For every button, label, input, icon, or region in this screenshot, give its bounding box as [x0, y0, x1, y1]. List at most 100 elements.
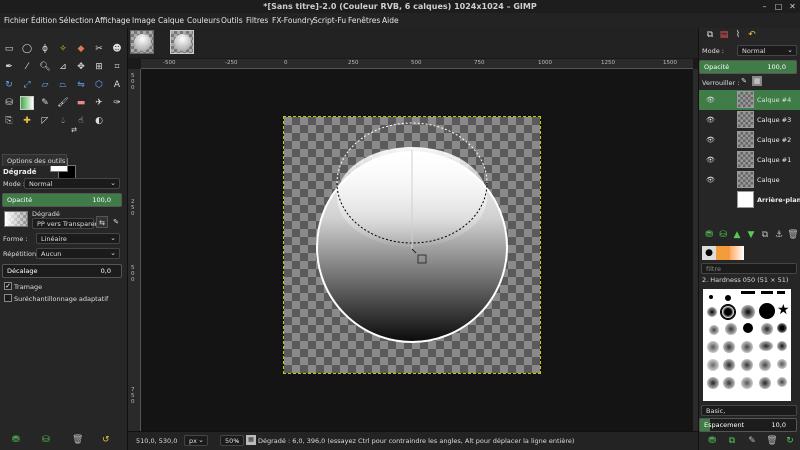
- paintbrush-icon[interactable]: 🖌︎: [56, 96, 70, 110]
- brush-swatch[interactable]: [777, 323, 787, 333]
- shear-icon[interactable]: ▱: [38, 78, 52, 92]
- brush-swatch[interactable]: [709, 325, 719, 335]
- measure-icon[interactable]: ⊿: [56, 60, 70, 74]
- layer-mode-select[interactable]: Normal ⌄: [737, 45, 797, 56]
- brush-swatch[interactable]: [723, 359, 735, 371]
- zoom-select[interactable]: 50% ⌄: [220, 435, 244, 446]
- lower-layer-icon[interactable]: ▼: [744, 228, 758, 242]
- brush-tag-select[interactable]: Basic,: [701, 405, 797, 416]
- color-picker-icon[interactable]: ⁄: [20, 60, 34, 74]
- delete-layer-icon[interactable]: 🗑︎: [786, 228, 800, 242]
- duplicate-layer-icon[interactable]: ⧉: [758, 228, 772, 242]
- dodge-burn-icon[interactable]: ◐: [92, 114, 106, 128]
- tab-tool-options[interactable]: Options des outils: [2, 154, 67, 166]
- edit-brush-icon[interactable]: ✎: [745, 434, 759, 448]
- scissors-icon[interactable]: ✂: [92, 42, 106, 56]
- swap-colors-icon[interactable]: ⇄: [70, 126, 78, 134]
- brush-swatch[interactable]: [707, 341, 719, 353]
- bucket-fill-icon[interactable]: ⛁: [2, 96, 16, 110]
- close-button[interactable]: ✕: [788, 2, 797, 11]
- brush-swatch[interactable]: [777, 377, 787, 387]
- eraser-icon[interactable]: ▬: [74, 96, 88, 110]
- patterns-tab-icon[interactable]: [716, 246, 730, 260]
- menu-edit[interactable]: Édition: [31, 16, 57, 25]
- canvas-viewport[interactable]: [141, 69, 693, 445]
- lock-pixels-icon[interactable]: ✎: [739, 76, 749, 86]
- edit-gradient-icon[interactable]: ✎: [110, 216, 122, 228]
- crop-icon[interactable]: ⌗: [110, 60, 124, 74]
- free-select-icon[interactable]: ϕ: [38, 42, 52, 56]
- visibility-eye-icon[interactable]: 👁︎: [706, 96, 715, 104]
- menu-colors[interactable]: Couleurs: [187, 16, 220, 25]
- visibility-eye-icon[interactable]: 👁︎: [706, 156, 715, 164]
- brush-swatch[interactable]: [777, 341, 787, 351]
- brush-swatch[interactable]: [759, 303, 775, 319]
- brush-swatch[interactable]: [777, 359, 787, 369]
- visibility-eye-icon[interactable]: 👁︎: [706, 136, 715, 144]
- menu-filters[interactable]: Filtres: [246, 16, 268, 25]
- reverse-gradient-icon[interactable]: ⇆: [96, 216, 108, 228]
- menu-windows[interactable]: Fenêtres: [348, 16, 380, 25]
- rect-select-icon[interactable]: ▭: [2, 42, 16, 56]
- gradient-preview[interactable]: [4, 211, 28, 227]
- new-layer-icon[interactable]: ⛃: [702, 228, 716, 242]
- zoom-icon[interactable]: 🔍︎: [38, 60, 52, 74]
- paths-tab-icon[interactable]: ⌇: [731, 28, 745, 42]
- menu-file[interactable]: Fichier: [4, 16, 29, 25]
- star-brush-icon[interactable]: ★: [777, 303, 790, 317]
- save-preset-icon[interactable]: ⛃: [12, 435, 20, 447]
- restore-preset-icon[interactable]: ⛁: [42, 435, 50, 447]
- undo-history-tab-icon[interactable]: ↶: [745, 28, 759, 42]
- new-brush-icon[interactable]: ⛃: [705, 434, 719, 448]
- visibility-eye-icon[interactable]: 👁︎: [706, 116, 715, 124]
- scale-icon[interactable]: ⤢: [20, 78, 34, 92]
- fuzzy-select-icon[interactable]: ✧: [56, 42, 70, 56]
- brush-swatch[interactable]: [759, 341, 773, 351]
- mode-select[interactable]: Normal ⌄: [24, 178, 120, 189]
- layer-row[interactable]: 👁︎ Calque #4: [699, 90, 800, 110]
- brush-spacing-slider[interactable]: Espacement 10,0: [699, 418, 797, 432]
- layer-row[interactable]: 👁︎ Calque #3: [699, 110, 800, 130]
- layer-row[interactable]: Arrière-plan: [699, 190, 800, 210]
- image-tab-thumbnail[interactable]: [170, 30, 194, 54]
- supersampling-checkbox[interactable]: [4, 294, 12, 302]
- brush-swatch[interactable]: [707, 377, 719, 389]
- ink-icon[interactable]: ✑: [110, 96, 124, 110]
- brush-swatch[interactable]: [707, 307, 717, 317]
- opacity-slider[interactable]: Opacité 100,0: [2, 193, 122, 207]
- layers-tab-icon[interactable]: ⧉: [703, 28, 717, 42]
- brush-swatch[interactable]: [741, 377, 753, 389]
- raise-layer-icon[interactable]: ▲: [730, 228, 744, 242]
- perspective-clone-icon[interactable]: ◸: [38, 114, 52, 128]
- layer-row[interactable]: 👁︎ Calque #2: [699, 130, 800, 150]
- gradients-tab-icon[interactable]: [730, 246, 744, 260]
- brush-swatch[interactable]: [741, 305, 755, 319]
- perspective-icon[interactable]: ⏢: [56, 78, 70, 92]
- lock-alpha-icon[interactable]: ▦: [752, 76, 762, 86]
- image-canvas[interactable]: [283, 116, 541, 374]
- ellipse-select-icon[interactable]: ◯: [20, 42, 34, 56]
- maximize-button[interactable]: □: [774, 2, 783, 11]
- layer-row[interactable]: 👁︎ Calque #1: [699, 150, 800, 170]
- gradient-name-field[interactable]: PP vers Transparent: [32, 218, 101, 229]
- brush-swatch[interactable]: [761, 291, 773, 294]
- brush-swatch[interactable]: [741, 359, 753, 371]
- delete-preset-icon[interactable]: 🗑︎: [72, 435, 83, 447]
- image-tab-thumbnail[interactable]: [130, 30, 154, 54]
- menu-help[interactable]: Aide: [382, 16, 399, 25]
- blur-icon[interactable]: 💧︎: [56, 114, 70, 128]
- pencil-icon[interactable]: ✎: [38, 96, 52, 110]
- clone-icon[interactable]: ⎘: [2, 114, 16, 128]
- brush-swatch[interactable]: [777, 291, 785, 294]
- gradient-icon[interactable]: [20, 96, 34, 110]
- menu-select[interactable]: Sélection: [59, 16, 94, 25]
- color-select-icon[interactable]: ◆: [74, 42, 88, 56]
- visibility-eye-icon[interactable]: 👁︎: [706, 176, 715, 184]
- rotate-icon[interactable]: ↻: [2, 78, 16, 92]
- cage-icon[interactable]: ⬡: [92, 78, 106, 92]
- new-layer-group-icon[interactable]: ⛁: [716, 228, 730, 242]
- duplicate-brush-icon[interactable]: ⧉: [725, 434, 739, 448]
- brush-swatch[interactable]: [709, 295, 713, 299]
- unit-select[interactable]: px ⌄: [184, 435, 208, 446]
- brush-swatch[interactable]: [741, 341, 753, 353]
